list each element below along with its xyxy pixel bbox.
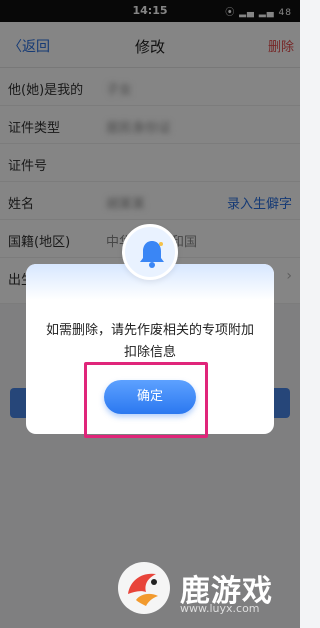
highlight-box [84, 362, 208, 438]
bell-icon [122, 224, 178, 280]
deer-logo-icon [118, 562, 170, 614]
watermark-url: www.luyx.com [180, 602, 260, 615]
dialog-message: 如需删除，请先作废相关的专项附加扣除信息 [45, 323, 254, 360]
watermark: 鹿游戏 www.luyx.com [116, 560, 300, 628]
